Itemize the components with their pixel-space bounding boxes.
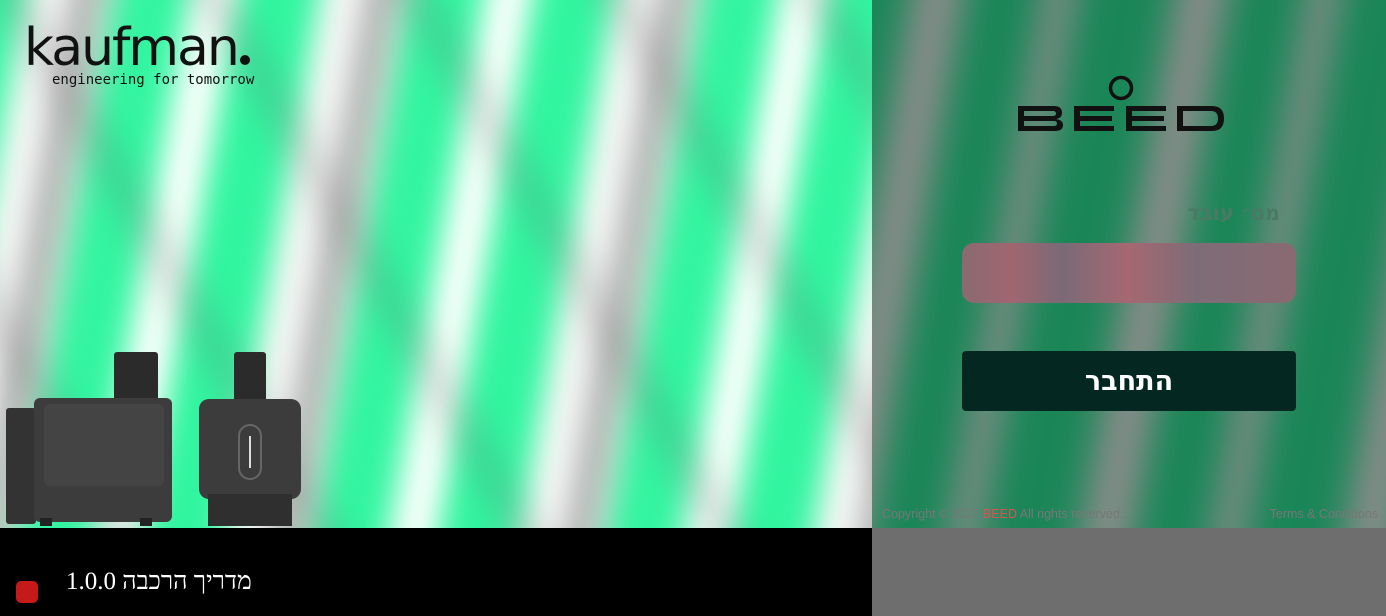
employee-id-input[interactable]: [962, 243, 1296, 303]
footer-grey-area: [872, 528, 1386, 616]
logo-word: kaufman: [24, 18, 240, 78]
beed-logo: [1018, 75, 1224, 131]
status-badge[interactable]: [16, 581, 38, 603]
kaufman-logo: kaufman engineering for tomorrow: [24, 22, 254, 88]
login-button[interactable]: התחבר: [962, 351, 1296, 411]
terms-link[interactable]: Terms & Conditions: [1270, 507, 1378, 521]
login-panel: מס׳ עובד התחבר Copyright © 2022 BEED All…: [872, 0, 1386, 528]
copyright-brand: BEED: [982, 507, 1017, 521]
employee-id-label: מס׳ עובד: [1187, 201, 1280, 225]
hero-panel: kaufman engineering for tomorrow: [0, 0, 872, 528]
logo-tagline: engineering for tomorrow: [52, 72, 255, 88]
copyright: Copyright © 2022 BEED All rights reserve…: [882, 507, 1124, 521]
guide-title: מדריך הרכבה 1.0.0: [66, 568, 252, 595]
